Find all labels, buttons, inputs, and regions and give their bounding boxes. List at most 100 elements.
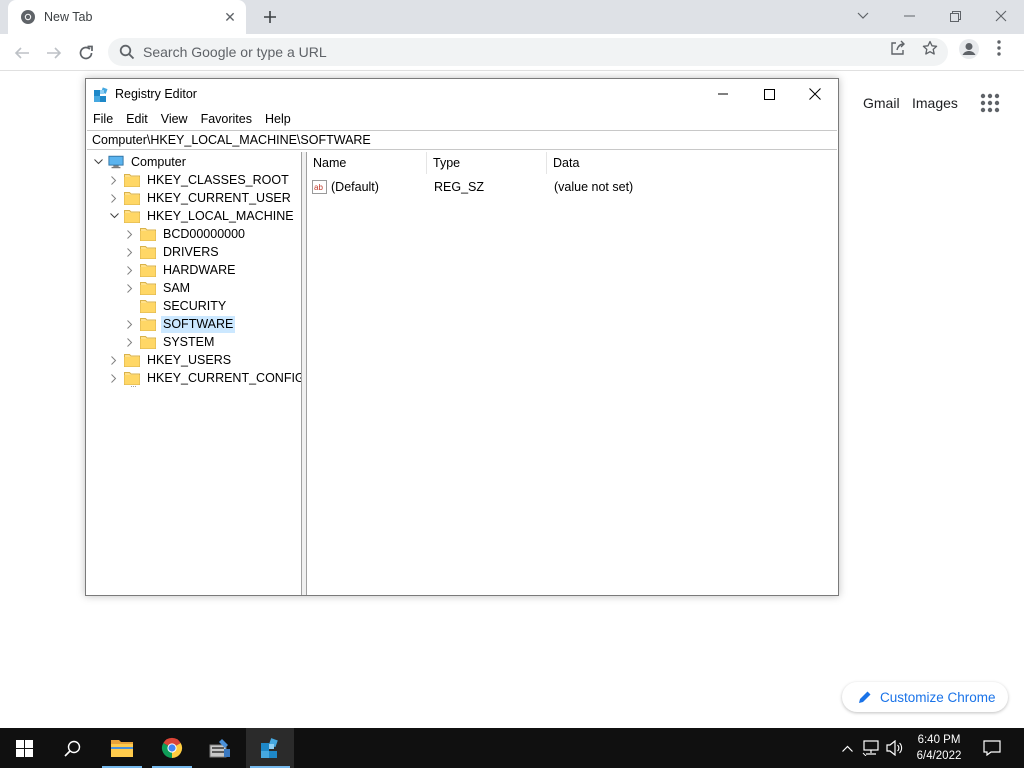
restore-button[interactable] bbox=[932, 0, 978, 32]
close-icon bbox=[995, 10, 1007, 22]
tree-node-security[interactable]: SECURITY bbox=[122, 297, 228, 315]
tree-node-hkey-users[interactable]: HKEY_USERS bbox=[106, 351, 233, 369]
plus-icon bbox=[264, 11, 276, 23]
collapsed-chevron-icon[interactable] bbox=[122, 315, 138, 333]
taskbar-clock[interactable]: 6:40 PM 6/4/2022 bbox=[908, 732, 970, 764]
tree-label: HARDWARE bbox=[163, 262, 236, 277]
windows-logo-icon bbox=[15, 739, 33, 757]
volume-tray-button[interactable] bbox=[884, 728, 906, 768]
value-row[interactable]: ab (Default) REG_SZ (value not set) bbox=[307, 178, 747, 196]
expanded-chevron-icon[interactable] bbox=[106, 207, 122, 225]
arrow-right-icon bbox=[47, 47, 62, 59]
network-tray-button[interactable] bbox=[860, 728, 882, 768]
tree-node-system[interactable]: SYSTEM bbox=[122, 333, 216, 351]
tree-label: SYSTEM bbox=[163, 334, 215, 349]
computer-icon bbox=[108, 155, 124, 169]
minimize-button[interactable] bbox=[886, 0, 932, 32]
menu-file[interactable]: File bbox=[86, 109, 119, 129]
tree-label: SECURITY bbox=[163, 298, 227, 313]
minimize-icon bbox=[718, 93, 728, 95]
collapsed-chevron-icon[interactable] bbox=[122, 333, 138, 351]
tab-search-button[interactable] bbox=[840, 0, 886, 32]
search-button[interactable] bbox=[48, 728, 96, 768]
server-manager-taskbar-button[interactable] bbox=[196, 728, 244, 768]
tree-label: HKEY_USERS bbox=[147, 352, 232, 367]
profile-button[interactable] bbox=[958, 38, 980, 60]
column-header-name[interactable]: Name bbox=[307, 152, 427, 174]
tree-node-software[interactable]: SOFTWARE bbox=[122, 315, 236, 333]
tree-node-sam[interactable]: SAM bbox=[122, 279, 192, 297]
column-header-data[interactable]: Data bbox=[547, 152, 836, 174]
collapsed-chevron-icon[interactable] bbox=[122, 279, 138, 297]
tree-node-hardware[interactable]: HARDWARE bbox=[122, 261, 237, 279]
search-input[interactable] bbox=[141, 43, 841, 61]
collapsed-chevron-icon[interactable] bbox=[122, 243, 138, 261]
address-bar[interactable]: Computer\HKEY_LOCAL_MACHINE\SOFTWARE bbox=[87, 130, 837, 150]
expanded-chevron-icon[interactable] bbox=[90, 153, 106, 171]
bookmark-button[interactable] bbox=[922, 40, 938, 56]
clock-time: 6:40 PM bbox=[917, 734, 961, 746]
action-center-button[interactable] bbox=[980, 728, 1004, 768]
chrome-toolbar bbox=[0, 34, 1024, 71]
collapsed-chevron-icon[interactable] bbox=[122, 261, 138, 279]
tree-node-computer[interactable]: Computer bbox=[90, 153, 188, 171]
gmail-link[interactable]: Gmail bbox=[863, 95, 900, 111]
speaker-icon bbox=[886, 740, 903, 756]
tree-node-hkey-local-machine[interactable]: HKEY_LOCAL_MACHINE bbox=[106, 207, 296, 225]
tree-node-hkey-classes-root[interactable]: HKEY_CLASSES_ROOT bbox=[106, 171, 291, 189]
menu-help[interactable]: Help bbox=[258, 109, 297, 129]
omnibox[interactable] bbox=[108, 38, 948, 66]
tab-close-icon[interactable]: ✕ bbox=[220, 7, 240, 27]
tree-label: HKEY_CURRENT_USER bbox=[147, 190, 291, 205]
new-tab-button[interactable] bbox=[258, 5, 282, 29]
value-name: (Default) bbox=[331, 180, 379, 194]
tree-node-bcd00000000[interactable]: BCD00000000 bbox=[122, 225, 247, 243]
svg-text:ab: ab bbox=[314, 183, 323, 192]
customize-chrome-button[interactable]: Customize Chrome bbox=[842, 682, 1008, 712]
tree-node-hkey-current-config[interactable]: HKEY_CURRENT_CONFIG bbox=[106, 369, 301, 387]
reload-button[interactable] bbox=[72, 39, 100, 67]
regedit-titlebar[interactable]: Registry Editor bbox=[86, 79, 838, 109]
tree-node-hkey-current-user[interactable]: HKEY_CURRENT_USER bbox=[106, 189, 293, 207]
regedit-menubar: File Edit View Favorites Help bbox=[86, 109, 297, 129]
folder-icon bbox=[140, 335, 156, 349]
back-button[interactable] bbox=[8, 39, 36, 67]
google-apps-icon[interactable] bbox=[980, 93, 1000, 113]
search-icon bbox=[63, 740, 80, 757]
tree-label-selected: SOFTWARE bbox=[161, 315, 236, 333]
collapsed-chevron-icon[interactable] bbox=[122, 225, 138, 243]
collapsed-chevron-icon[interactable] bbox=[106, 369, 122, 387]
chrome-taskbar-button[interactable] bbox=[148, 728, 196, 768]
menu-view[interactable]: View bbox=[154, 109, 194, 129]
share-button[interactable] bbox=[890, 40, 906, 56]
tree-label: HKEY_LOCAL_MACHINE bbox=[147, 208, 294, 223]
column-header-type[interactable]: Type bbox=[427, 152, 547, 174]
regedit-close-button[interactable] bbox=[792, 79, 838, 109]
network-icon bbox=[862, 740, 879, 756]
registry-editor-taskbar-button[interactable] bbox=[246, 728, 294, 768]
close-icon bbox=[809, 88, 821, 100]
forward-button[interactable] bbox=[40, 39, 68, 67]
collapsed-chevron-icon[interactable] bbox=[106, 189, 122, 207]
file-explorer-taskbar-button[interactable] bbox=[98, 728, 146, 768]
chrome-menu-button[interactable] bbox=[996, 39, 1002, 57]
collapsed-chevron-icon[interactable] bbox=[106, 171, 122, 189]
collapsed-chevron-icon[interactable] bbox=[106, 351, 122, 369]
customize-label: Customize Chrome bbox=[880, 689, 996, 705]
tree-node-drivers[interactable]: DRIVERS bbox=[122, 243, 221, 261]
folder-icon bbox=[140, 227, 156, 241]
regedit-maximize-button[interactable] bbox=[746, 79, 792, 109]
images-link[interactable]: Images bbox=[912, 95, 958, 111]
menu-favorites[interactable]: Favorites bbox=[194, 109, 258, 129]
regedit-minimize-button[interactable] bbox=[700, 79, 746, 109]
start-button[interactable] bbox=[0, 728, 48, 768]
menu-edit[interactable]: Edit bbox=[119, 109, 154, 129]
windows-taskbar: 6:40 PM 6/4/2022 bbox=[0, 728, 1024, 768]
show-hidden-icons-button[interactable] bbox=[838, 728, 856, 768]
tab-title: New Tab bbox=[44, 10, 93, 24]
folder-icon bbox=[140, 281, 156, 295]
registry-editor-window: Registry Editor File Edit View Favorites… bbox=[85, 78, 839, 596]
chevron-up-icon bbox=[841, 745, 853, 752]
close-button[interactable] bbox=[978, 0, 1024, 32]
tab-new-tab[interactable]: New Tab ✕ bbox=[8, 0, 246, 34]
